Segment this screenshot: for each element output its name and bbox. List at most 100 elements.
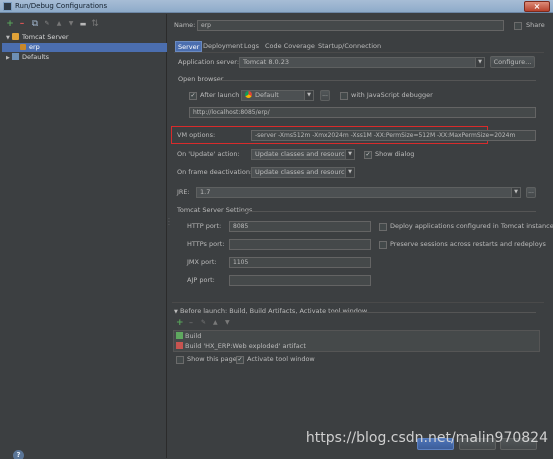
js-debugger-label: with JavaScript debugger: [351, 91, 433, 99]
open-browser-separator: [218, 80, 536, 81]
deploy-apps-checkbox[interactable]: [379, 223, 387, 231]
chevron-right-icon[interactable]: ▶: [6, 55, 10, 61]
after-launch-label: After launch: [200, 91, 240, 99]
configurations-tree-pane: + – ⧉ ✎ ▲ ▼ ▬ ⇅ ▼ Tomcat Server erp ▶ De…: [1, 14, 167, 459]
tab-server[interactable]: Server: [175, 41, 203, 52]
before-launch-header-label: Before launch: Build, Build Artifacts, A…: [179, 307, 368, 315]
artifact-icon: [176, 342, 183, 349]
show-page-checkbox[interactable]: [176, 356, 184, 364]
list-item[interactable]: Build: [176, 332, 201, 341]
task-label: Build 'HX_ERP:Web exploded' artifact: [185, 342, 306, 350]
jre-value: 1.7: [200, 188, 211, 196]
jre-label: JRE:: [177, 188, 190, 196]
configure-button[interactable]: Configure...: [490, 56, 535, 68]
jmx-port-label: JMX port:: [187, 258, 217, 266]
activate-tool-window-checkbox[interactable]: ✓: [236, 356, 244, 364]
remove-task-icon[interactable]: –: [189, 318, 193, 327]
window-title-bar: Run/Debug Configurations ×: [0, 0, 553, 13]
show-dialog-checkbox[interactable]: ✓: [364, 151, 372, 159]
deploy-apps-label: Deploy applications configured in Tomcat…: [390, 222, 553, 230]
move-task-down-icon[interactable]: ▼: [225, 319, 230, 326]
sort-icon[interactable]: ⇅: [90, 19, 100, 29]
https-port-input[interactable]: [229, 239, 371, 250]
chevron-down-icon: ▼: [174, 309, 178, 315]
tomcat-icon: [20, 44, 26, 50]
tabs-divider: [174, 52, 544, 53]
settings-icon[interactable]: ✎: [42, 19, 52, 29]
show-page-label: Show this page: [187, 355, 237, 363]
name-input[interactable]: erp: [197, 20, 504, 31]
tab-startup-connection[interactable]: Startup/Connection: [316, 41, 383, 52]
browser-more-button[interactable]: ...: [320, 90, 330, 101]
vm-options-input[interactable]: -server -Xms512m -Xmx2024m -Xss1M -XX:Pe…: [251, 130, 536, 141]
name-label: Name:: [174, 21, 196, 29]
app-server-value: Tomcat 8.0.23: [243, 58, 290, 66]
tree-item-erp[interactable]: erp: [2, 43, 167, 52]
share-label: Share: [526, 21, 545, 29]
chevron-down-icon: ▼: [345, 150, 354, 159]
list-item[interactable]: Build 'HX_ERP:Web exploded' artifact: [176, 342, 306, 351]
tree-item-label: erp: [29, 43, 40, 51]
js-debugger-checkbox[interactable]: [340, 92, 348, 100]
before-launch-task-list: Build Build 'HX_ERP:Web exploded' artifa…: [173, 330, 540, 352]
remove-icon[interactable]: –: [17, 19, 27, 29]
move-up-icon[interactable]: ▲: [54, 19, 64, 29]
move-down-icon[interactable]: ▼: [66, 19, 76, 29]
browser-icon: [245, 91, 252, 98]
watermark-text: https://blog.csdn.net/malin970824: [305, 430, 548, 446]
show-dialog-label: Show dialog: [375, 150, 415, 158]
app-server-label: Application server:: [178, 58, 240, 66]
share-checkbox[interactable]: [514, 22, 522, 30]
preserve-sessions-label: Preserve sessions across restarts and re…: [390, 240, 546, 248]
build-icon: [176, 332, 183, 339]
after-launch-checkbox[interactable]: ✓: [189, 92, 197, 100]
startup-url-input[interactable]: http://localhost:8085/erp/: [189, 107, 536, 118]
add-task-icon[interactable]: +: [176, 318, 184, 328]
tree-group-tomcat-server[interactable]: ▼ Tomcat Server: [2, 33, 167, 42]
on-update-select[interactable]: Update classes and resources ▼: [251, 149, 355, 160]
http-port-input[interactable]: 8085: [229, 221, 371, 232]
tree-defaults-label: Defaults: [21, 53, 50, 61]
app-server-select[interactable]: Tomcat 8.0.23 ▼: [239, 57, 485, 68]
tab-code-coverage[interactable]: Code Coverage: [263, 41, 317, 52]
window-title: Run/Debug Configurations: [15, 2, 108, 10]
before-launch-divider: [172, 302, 544, 303]
tab-deployment[interactable]: Deployment: [201, 41, 245, 52]
chevron-down-icon: ▼: [345, 168, 354, 177]
on-frame-deactivation-label: On frame deactivation:: [177, 168, 253, 176]
tree-group-label: Tomcat Server: [21, 33, 69, 41]
on-update-label: On 'Update' action:: [177, 150, 240, 158]
http-port-label: HTTP port:: [187, 222, 222, 230]
preserve-sessions-checkbox[interactable]: [379, 241, 387, 249]
browser-select[interactable]: Default ▼: [241, 90, 314, 101]
defaults-icon: [11, 53, 19, 60]
move-task-up-icon[interactable]: ▲: [213, 319, 218, 326]
on-frame-deactivation-value: Update classes and resources: [255, 168, 352, 176]
https-port-label: HTTPs port:: [187, 240, 225, 248]
edit-task-icon[interactable]: ✎: [201, 319, 206, 326]
chevron-down-icon[interactable]: ▼: [6, 35, 10, 41]
vm-options-label: VM options:: [177, 131, 216, 139]
close-window-button[interactable]: ×: [524, 1, 550, 12]
ajp-port-input[interactable]: [229, 275, 371, 286]
open-browser-heading: Open browser: [178, 75, 224, 83]
tree-group-defaults[interactable]: ▶ Defaults: [2, 53, 167, 62]
chevron-down-icon: ▼: [511, 188, 520, 197]
tomcat-settings-separator: [240, 211, 536, 212]
ajp-port-label: AJP port:: [187, 276, 215, 284]
browser-value: Default: [255, 91, 279, 99]
folder-icon[interactable]: ▬: [78, 19, 88, 29]
add-icon[interactable]: +: [5, 19, 15, 29]
task-label: Build: [185, 332, 202, 340]
jmx-port-input[interactable]: 1105: [229, 257, 371, 268]
tab-logs[interactable]: Logs: [242, 41, 261, 52]
activate-tool-window-label: Activate tool window: [247, 355, 315, 363]
before-launch-separator: [330, 312, 536, 313]
jre-more-button[interactable]: ...: [526, 187, 536, 198]
copy-icon[interactable]: ⧉: [30, 19, 40, 29]
jre-select[interactable]: 1.7 ▼: [196, 187, 521, 198]
on-frame-deactivation-select[interactable]: Update classes and resources ▼: [251, 167, 355, 178]
splitter-handle[interactable]: · · ·: [168, 217, 170, 229]
help-icon[interactable]: ?: [13, 450, 24, 459]
chevron-down-icon: ▼: [475, 58, 484, 67]
